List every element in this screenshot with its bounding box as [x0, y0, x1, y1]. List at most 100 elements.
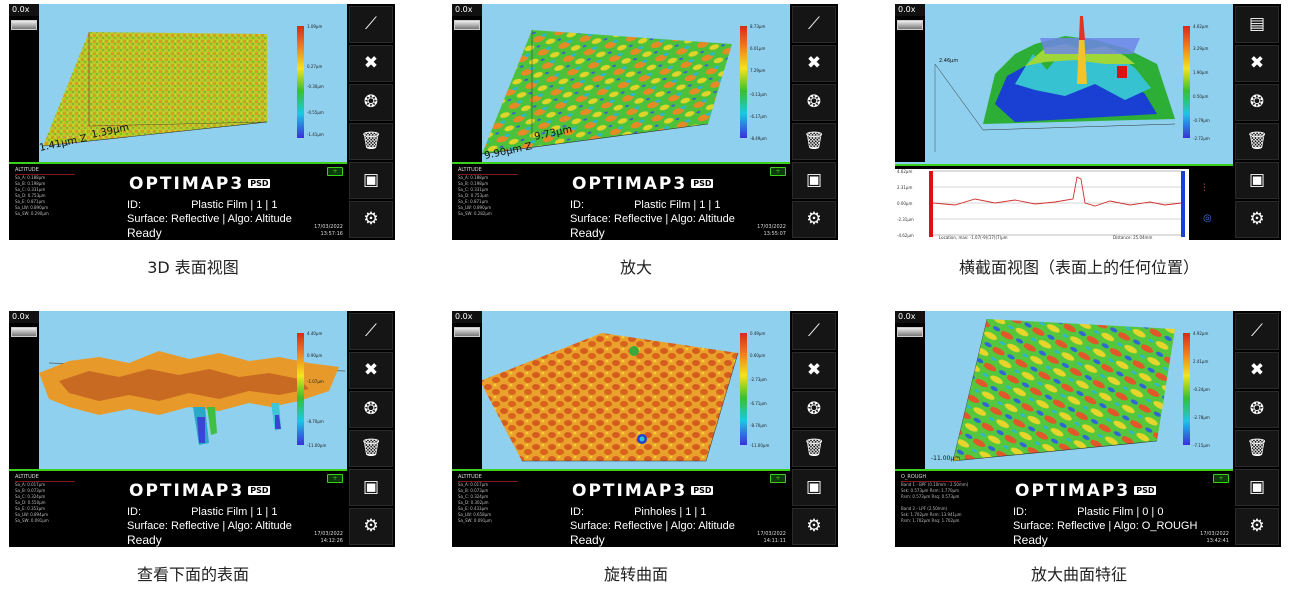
- zoom-slider-handle[interactable]: [454, 327, 480, 337]
- time: 14:11:11: [763, 538, 786, 544]
- scale-tick: -0.55µm: [307, 110, 324, 115]
- trash-icon[interactable]: 🗑: [792, 430, 836, 467]
- trash-icon[interactable]: 🗑: [349, 430, 393, 467]
- brand-logo: OPTIMAP3 PSD: [572, 481, 714, 501]
- chart-icon[interactable]: ⟋: [792, 6, 836, 43]
- scale-tick: 4.40µm: [307, 331, 323, 336]
- zoom-bar[interactable]: 0.0x: [895, 311, 925, 469]
- id-line: ID: Pinholes | 1 | 1: [570, 506, 706, 518]
- gear-icon[interactable]: ⚙: [1235, 201, 1279, 238]
- save-icon[interactable]: ▣: [1235, 162, 1279, 199]
- trash-icon[interactable]: 🗑: [1235, 123, 1279, 160]
- gear-icon[interactable]: ⚙: [792, 508, 836, 545]
- tools-icon[interactable]: ✖: [1235, 352, 1279, 389]
- profile-tick: 4.62µm: [897, 169, 913, 174]
- profile-icon[interactable]: ⫶: [1203, 183, 1206, 194]
- tools-icon[interactable]: ✖: [792, 352, 836, 389]
- stats-box: ALTITUDE Sa_A: 0.017µm Sa_B: 0.073µm Sa_…: [458, 474, 568, 544]
- id-label: ID:: [127, 506, 142, 518]
- psd-badge: PSD: [1134, 486, 1157, 495]
- shutter-icon[interactable]: ❂: [792, 84, 836, 121]
- zoom-level: 0.0x: [9, 4, 39, 16]
- save-icon[interactable]: ▣: [349, 469, 393, 506]
- trash-icon[interactable]: 🗑: [349, 123, 393, 160]
- zoom-slider-handle[interactable]: [897, 327, 923, 337]
- time: 13:55:07: [763, 231, 786, 237]
- zoom-slider-handle[interactable]: [454, 20, 480, 30]
- stats-row: Sa_SW: 0.290µm: [15, 211, 49, 216]
- trash-icon[interactable]: 🗑: [1235, 430, 1279, 467]
- zoom-bar[interactable]: 0.0x: [9, 4, 39, 162]
- zoom-bar[interactable]: 0.0x: [895, 4, 925, 162]
- surface-line: Surface: Reflective | Algo: Altitude: [570, 520, 735, 532]
- brand-name: OPTIMAP3: [572, 174, 688, 194]
- list-icon[interactable]: ▤: [1235, 6, 1279, 43]
- scale-tick: -1.41µm: [307, 132, 324, 137]
- zoom-bar[interactable]: 0.0x: [452, 4, 482, 162]
- zoom-bar[interactable]: 0.0x: [452, 311, 482, 469]
- 3d-viewport[interactable]: 9.90µm Z 9.73µm 8.73µm 6.01µm 7.29µm -0.…: [452, 4, 790, 162]
- brand-logo: OPTIMAP3 PSD: [1015, 481, 1157, 501]
- caption-rotate: 旋转曲面: [603, 565, 668, 584]
- caption-zoom: 放大: [619, 258, 652, 277]
- zoom-slider-handle[interactable]: [11, 20, 37, 30]
- loop-icon[interactable]: ◎: [1203, 213, 1212, 224]
- tools-icon[interactable]: ✖: [1235, 45, 1279, 82]
- save-icon[interactable]: ▣: [1235, 469, 1279, 506]
- 3d-viewport[interactable]: 4.40µm 0.90µm -1.07µm -8.70µm -11.00µm: [9, 311, 347, 469]
- stats-box: O_ROUGH Band 1 - BPF (0.10mm - 2.50mm) S…: [901, 474, 1011, 544]
- psd-badge: PSD: [691, 179, 714, 188]
- zoom-slider-handle[interactable]: [897, 20, 923, 30]
- shutter-icon[interactable]: ❂: [349, 84, 393, 121]
- surface-line: Surface: Reflective | Algo: Altitude: [127, 213, 292, 225]
- scale-tick: 0.49µm: [750, 331, 766, 336]
- screen-cross-section-view: 2.46µm 4.62µm 3.29µm 1.90µm 0.50µm -0.79…: [895, 4, 1281, 240]
- scale-tick: -11.00µm: [750, 443, 770, 448]
- gear-icon[interactable]: ⚙: [792, 201, 836, 238]
- gear-icon[interactable]: ⚙: [1235, 508, 1279, 545]
- scale-tick: 3.29µm: [1193, 46, 1209, 51]
- chart-icon[interactable]: ⟋: [1235, 313, 1279, 350]
- scale-tick: -0.79µm: [1193, 118, 1210, 123]
- save-icon[interactable]: ▣: [792, 162, 836, 199]
- 3d-viewport[interactable]: 1.41µm Z 1.39µm 1.09µm 0.27µm -0.30µm -0…: [9, 4, 347, 162]
- color-scale: [1183, 26, 1190, 138]
- scale-ticks: 8.73µm 6.01µm 7.29µm -0.13µm -6.17µm -8.…: [750, 22, 788, 144]
- tools-icon[interactable]: ✖: [349, 45, 393, 82]
- gear-icon[interactable]: ⚙: [349, 508, 393, 545]
- tools-icon[interactable]: ✖: [349, 352, 393, 389]
- shutter-icon[interactable]: ❂: [792, 391, 836, 428]
- profile-plot[interactable]: 4.62µm 2.31µm 0.00µm -2.31µm -4.62µm Loc…: [895, 169, 1233, 240]
- date: 17/03/2022: [757, 224, 786, 230]
- date: 17/03/2022: [1200, 531, 1229, 537]
- tools-icon[interactable]: ✖: [792, 45, 836, 82]
- profile-tick: 0.00µm: [897, 201, 913, 206]
- chart-icon[interactable]: ⟋: [349, 313, 393, 350]
- 3d-viewport[interactable]: -11.00µm 4.92µm 2.41µm -0.24µm -2.78µm -…: [895, 311, 1233, 469]
- save-icon[interactable]: ▣: [349, 162, 393, 199]
- trash-icon[interactable]: 🗑: [792, 123, 836, 160]
- id-line: ID: Plastic Film | 1 | 1: [570, 199, 720, 211]
- id-line: ID: Plastic Film | 1 | 1: [127, 506, 277, 518]
- zoom-level: 0.0x: [452, 311, 482, 323]
- screen-zoomed-feature: -11.00µm 4.92µm 2.41µm -0.24µm -2.78µm -…: [895, 311, 1281, 547]
- chart-icon[interactable]: ⟋: [792, 313, 836, 350]
- color-scale: [297, 333, 304, 445]
- shutter-icon[interactable]: ❂: [1235, 84, 1279, 121]
- psd-badge: PSD: [691, 486, 714, 495]
- zoom-slider-handle[interactable]: [11, 327, 37, 337]
- stats-title: ALTITUDE: [458, 474, 518, 482]
- zoom-level: 0.0x: [452, 4, 482, 16]
- save-icon[interactable]: ▣: [792, 469, 836, 506]
- shutter-icon[interactable]: ❂: [349, 391, 393, 428]
- chart-icon[interactable]: ⟋: [349, 6, 393, 43]
- 3d-viewport[interactable]: 2.46µm 4.62µm 3.29µm 1.90µm 0.50µm -0.79…: [895, 4, 1233, 164]
- brand-name: OPTIMAP3: [129, 174, 245, 194]
- time: 13:42:41: [1206, 538, 1229, 544]
- screen-underside-view: 4.40µm 0.90µm -1.07µm -8.70µm -11.00µm 0…: [9, 311, 395, 547]
- psd-badge: PSD: [248, 486, 271, 495]
- zoom-bar[interactable]: 0.0x: [9, 311, 39, 469]
- gear-icon[interactable]: ⚙: [349, 201, 393, 238]
- shutter-icon[interactable]: ❂: [1235, 391, 1279, 428]
- 3d-viewport[interactable]: 0.49µm 0.60µm -2.73µm -6.71µm -8.70µm -1…: [452, 311, 790, 469]
